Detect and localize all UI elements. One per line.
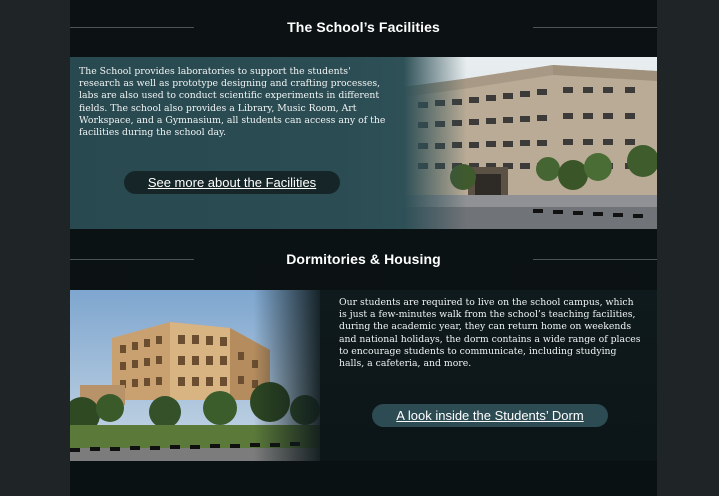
facilities-more-link[interactable]: See more about the Facilities bbox=[124, 171, 340, 194]
dormitories-section: Our students are required to live on the… bbox=[70, 290, 657, 461]
divider-right bbox=[533, 27, 657, 28]
dormitory-building-photo bbox=[70, 290, 325, 461]
facilities-section: The School provides laboratories to supp… bbox=[70, 57, 657, 229]
facilities-heading: The School’s Facilities bbox=[287, 19, 440, 35]
page-container: The School’s Facilities The School provi… bbox=[70, 0, 657, 496]
dorm-inside-link-label: A look inside the Students’ Dorm bbox=[396, 408, 584, 423]
dormitories-heading: Dormitories & Housing bbox=[286, 251, 441, 267]
facilities-more-link-label: See more about the Facilities bbox=[147, 175, 317, 190]
facilities-description: The School provides laboratories to supp… bbox=[79, 66, 386, 139]
dorm-inside-link[interactable]: A look inside the Students’ Dorm bbox=[372, 404, 608, 427]
divider-left bbox=[70, 259, 194, 260]
facilities-text-pane: The School provides laboratories to supp… bbox=[70, 57, 405, 229]
dormitories-description: Our students are required to live on the… bbox=[339, 297, 641, 370]
facilities-heading-row: The School’s Facilities bbox=[70, 12, 657, 42]
school-building-photo bbox=[403, 57, 657, 229]
divider-left bbox=[70, 27, 194, 28]
divider-right bbox=[533, 259, 657, 260]
dormitories-heading-row: Dormitories & Housing bbox=[70, 244, 657, 274]
dormitories-text-pane: Our students are required to live on the… bbox=[320, 290, 657, 461]
